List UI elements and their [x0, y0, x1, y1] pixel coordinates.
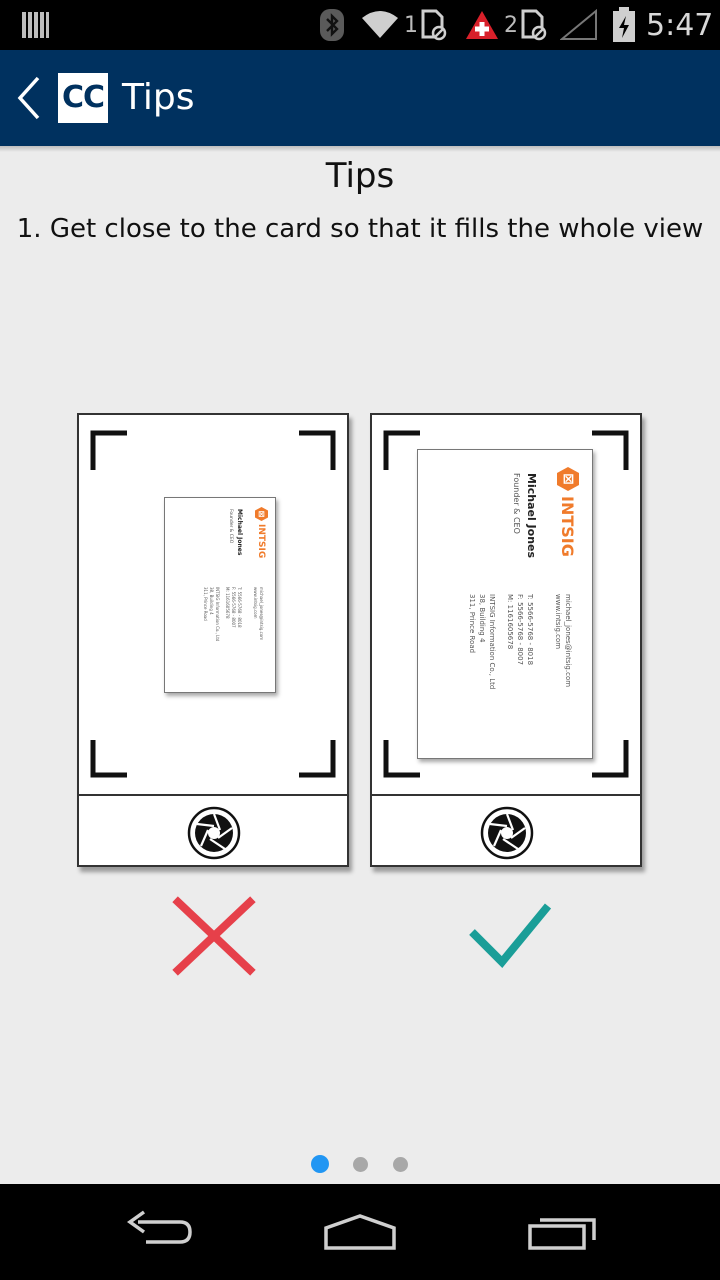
recent-apps-icon — [528, 1218, 596, 1250]
wifi-icon — [360, 0, 400, 50]
back-arrow-icon — [126, 1210, 192, 1244]
phone-divider — [79, 794, 347, 796]
page-title: Tips — [325, 156, 395, 196]
tip-text: 1. Get close to the card so that it fill… — [16, 214, 704, 244]
card-logo-text: INTSIG — [558, 496, 578, 557]
wrong-cross-icon — [172, 896, 256, 976]
card-name: Michael Jones — [525, 473, 538, 559]
sim1-label: 1 — [404, 12, 418, 38]
intsig-logo-icon: ⊠ — [255, 507, 268, 521]
sim2-label: 2 — [504, 12, 518, 38]
phone-divider — [372, 794, 640, 796]
card-phone-t: T: 5566-5768 - 8018 — [526, 594, 534, 666]
notification-bars-icon — [22, 0, 50, 50]
phone-mockup-right: ⊠ INTSIG Michael Jones Founder & CEO mich… — [370, 413, 642, 867]
card-phone-f: F: 5566-5768 - 8007 — [231, 587, 236, 628]
clock-time: 5:47 — [646, 7, 714, 43]
intsig-logo-icon: ⊠ — [557, 467, 579, 491]
business-card-small: ⊠ INTSIG Michael Jones Founder & CEO mich… — [164, 497, 276, 693]
page-dot[interactable] — [392, 1156, 408, 1172]
home-icon — [324, 1214, 396, 1250]
card-company: INTSIG Information Co., Ltd — [488, 594, 496, 690]
app-bar: CC Tips — [0, 50, 720, 146]
page-dot[interactable] — [352, 1156, 368, 1172]
nav-recents-button[interactable] — [526, 1208, 598, 1258]
camera-shutter-icon — [187, 806, 241, 860]
status-bar: 1 2 5:47 — [0, 0, 720, 50]
card-company: INTSIG Information Co., Ltd — [215, 587, 220, 642]
card-name: Michael Jones — [236, 509, 243, 556]
business-card-large: ⊠ INTSIG Michael Jones Founder & CEO mich… — [417, 449, 593, 759]
sim2-data-blocked-icon — [520, 0, 548, 50]
sim1-data-blocked-icon — [420, 0, 448, 50]
bluetooth-icon — [320, 0, 344, 50]
card-road: 311, Prince Road — [468, 594, 476, 654]
page-dot-active[interactable] — [311, 1155, 329, 1173]
app-bar-shadow — [0, 146, 720, 152]
card-website: www.intsig.com — [554, 594, 562, 650]
card-email: michael_jones@intsig.com — [259, 587, 264, 641]
card-logo-text: INTSIG — [256, 524, 267, 559]
back-button[interactable] — [12, 70, 52, 126]
nav-home-button[interactable] — [322, 1208, 398, 1258]
card-road: 311, Prince Road — [203, 587, 208, 621]
cell-signal-icon — [560, 0, 598, 50]
correct-checkmark-icon — [469, 903, 552, 968]
battery-charging-icon — [612, 0, 636, 50]
card-phone-m: M: 1161605678 — [506, 594, 514, 650]
camera-shutter-icon — [480, 806, 534, 860]
app-bar-title: Tips — [122, 77, 195, 118]
card-phone-f: F: 5566-5768 - 8007 — [516, 594, 524, 666]
page-indicator — [0, 1154, 720, 1174]
app-logo: CC — [58, 73, 108, 123]
card-email: michael_jones@intsig.com — [564, 594, 572, 688]
card-phone-t: T: 5566-5768 - 8018 — [237, 587, 242, 628]
warning-plus-icon — [464, 0, 500, 50]
card-building: 38, Building 4 — [478, 594, 486, 643]
card-role: Founder & CEO — [228, 509, 233, 544]
chevron-left-icon — [17, 76, 40, 120]
system-nav-bar — [0, 1184, 720, 1280]
nav-back-button[interactable] — [124, 1208, 196, 1258]
phone-mockup-wrong: ⊠ INTSIG Michael Jones Founder & CEO mich… — [77, 413, 349, 867]
card-role: Founder & CEO — [512, 473, 521, 534]
